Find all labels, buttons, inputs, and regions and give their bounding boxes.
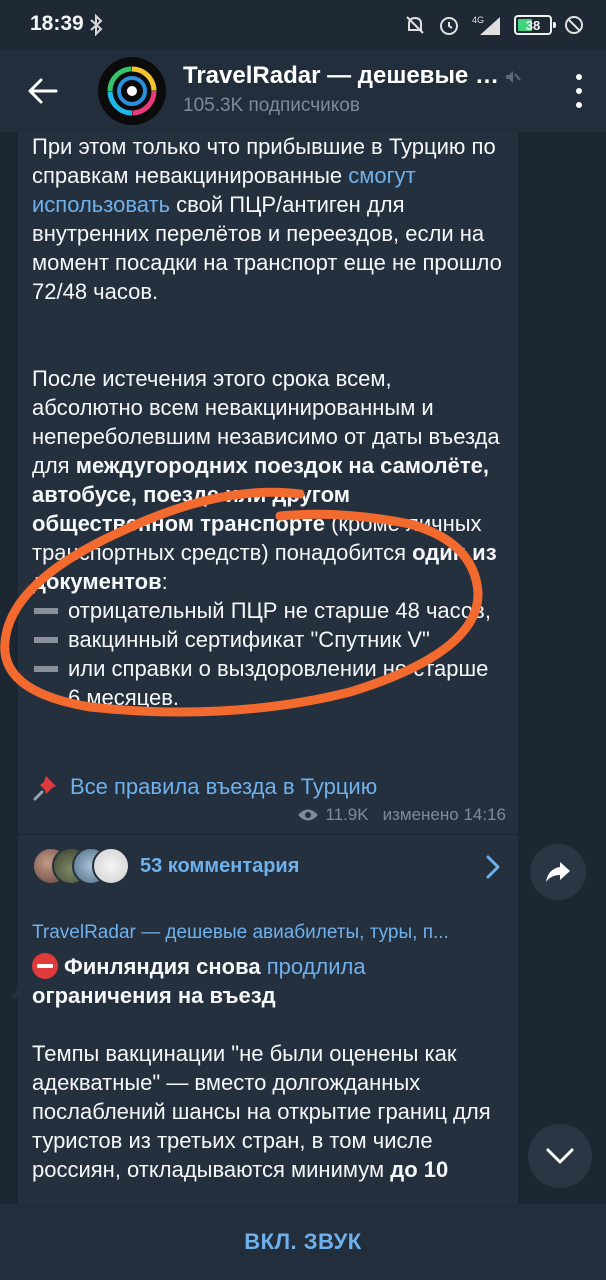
more-menu-button[interactable] — [574, 74, 584, 108]
document-item: отрицательный ПЦР не старше 48 часов, — [32, 596, 502, 625]
commenter-avatars — [32, 846, 132, 887]
svg-text:4G: 4G — [472, 15, 484, 25]
bottom-bar: ВКЛ. ЗВУК — [0, 1204, 606, 1280]
rules-link[interactable]: Все правила въезда в Турцию — [32, 772, 377, 802]
subscriber-count: 105.3K подписчиков — [183, 95, 360, 116]
charging-icon — [565, 16, 583, 34]
bluetooth-icon — [90, 14, 103, 36]
channel-title[interactable]: TravelRadar — дешевые авиабилеты, туры, … — [183, 62, 503, 90]
share-button[interactable] — [530, 844, 586, 900]
signal-icon: 4G — [472, 15, 500, 35]
channel-avatar[interactable] — [98, 57, 166, 125]
message-bubble-2[interactable]: TravelRadar — дешевые авиабилеты, туры, … — [18, 908, 518, 1204]
document-item: вакцинный сертификат "Спутник V" — [32, 625, 502, 654]
dash-icon — [34, 637, 58, 643]
back-button[interactable] — [22, 70, 64, 112]
eye-icon — [298, 809, 319, 821]
status-icons: 4G 38 — [404, 12, 584, 38]
message-feed[interactable]: При этом только что прибывшие в Турцию п… — [0, 132, 606, 1204]
scroll-down-button[interactable] — [528, 1124, 592, 1188]
inline-link[interactable]: продлила — [267, 954, 366, 979]
dash-icon — [34, 666, 58, 672]
message-meta: 11.9K изменено 14:16 — [297, 805, 506, 825]
message-paragraph-1: При этом только что прибывшие в Турцию п… — [32, 134, 502, 304]
status-time: 18:39 — [30, 12, 84, 35]
avatar — [92, 846, 130, 885]
comments-label: 53 комментария — [140, 855, 300, 877]
alarm-icon — [440, 17, 458, 35]
document-item: или справки о выздоровлении не старше 6 … — [32, 654, 502, 712]
message-paragraph-2: После истечения этого срока всем, абсолю… — [32, 364, 502, 712]
muted-icon — [506, 71, 521, 83]
pushpin-icon — [33, 776, 56, 801]
battery-level: 38 — [525, 17, 541, 33]
arrow-back-icon — [28, 78, 58, 104]
chevron-down-icon — [546, 1148, 574, 1164]
message-text-2: Финляндия снова продлила ограничения на … — [32, 953, 491, 1182]
chat-header: TravelRadar — дешевые авиабилеты, туры, … — [0, 50, 606, 132]
channel-name-link[interactable]: TravelRadar — дешевые авиабилеты, туры, … — [32, 922, 504, 944]
chevron-right-icon — [486, 855, 500, 879]
share-arrow-icon — [546, 862, 570, 882]
dash-icon — [34, 608, 58, 614]
comments-button[interactable]: 53 комментария — [18, 834, 518, 898]
status-bar: 18:39 4G 38 — [0, 0, 606, 50]
view-count: 11.9K — [325, 805, 369, 824]
no-entry-icon — [32, 953, 58, 979]
mute-alarm-icon — [406, 16, 424, 34]
battery-indicator: 38 — [514, 15, 556, 35]
unmute-button[interactable]: ВКЛ. ЗВУК — [244, 1229, 361, 1255]
radar-logo-icon — [107, 66, 157, 116]
edited-time: изменено 14:16 — [382, 805, 506, 824]
